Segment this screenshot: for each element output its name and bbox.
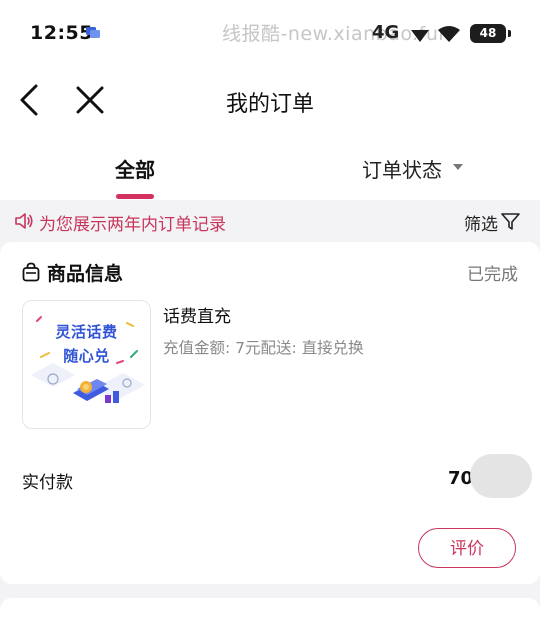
tab-all[interactable]: 全部 — [60, 154, 210, 183]
next-order-card[interactable] — [0, 598, 540, 628]
filter-button[interactable]: 筛选 — [464, 210, 498, 235]
wifi-icon — [438, 26, 460, 42]
speaker-icon — [15, 213, 33, 229]
status-time: 12:55 — [30, 22, 93, 44]
message-icon — [86, 27, 100, 38]
tab-order-status[interactable]: 订单状态 — [362, 154, 442, 183]
notice-text: 为您展示两年内订单记录 — [39, 215, 226, 235]
amount-blur-mask — [470, 454, 532, 498]
caret-down-icon[interactable] — [453, 164, 463, 170]
pay-label: 实付款 — [22, 473, 73, 493]
review-button[interactable]: 评价 — [418, 528, 516, 568]
product-name[interactable]: 话费直充 — [163, 302, 231, 327]
order-tabs: 全部 订单状态 — [0, 134, 540, 200]
tab-active-indicator — [116, 194, 154, 199]
notice-bar: 为您展示两年内订单记录 筛选 — [0, 201, 540, 241]
signal-icon — [411, 30, 429, 42]
nav-bar: 我的订单 — [0, 66, 540, 134]
page-title: 我的订单 — [225, 92, 314, 117]
battery-indicator: 48 — [470, 24, 506, 43]
product-thumbnail[interactable]: 灵活话费 随心兑 — [22, 300, 151, 429]
battery-tip — [508, 30, 511, 37]
network-type: 4G — [372, 22, 400, 43]
bag-icon — [22, 262, 40, 282]
order-status-badge: 已完成 — [467, 265, 518, 285]
order-card[interactable]: 商品信息 已完成 灵活话费 随心兑 话费直充 充值金额: 7元配送: 直接兑换 … — [0, 242, 540, 584]
status-bar: 12:55 线报酷-new.xianbao.fun 4G 48 — [0, 0, 540, 66]
product-detail: 充值金额: 7元配送: 直接兑换 — [163, 339, 364, 357]
thumbnail-text-2: 随心兑 — [63, 347, 110, 365]
section-title: 商品信息 — [47, 263, 124, 285]
thumbnail-text-1: 灵活话费 — [55, 323, 118, 341]
filter-icon[interactable] — [501, 212, 520, 231]
